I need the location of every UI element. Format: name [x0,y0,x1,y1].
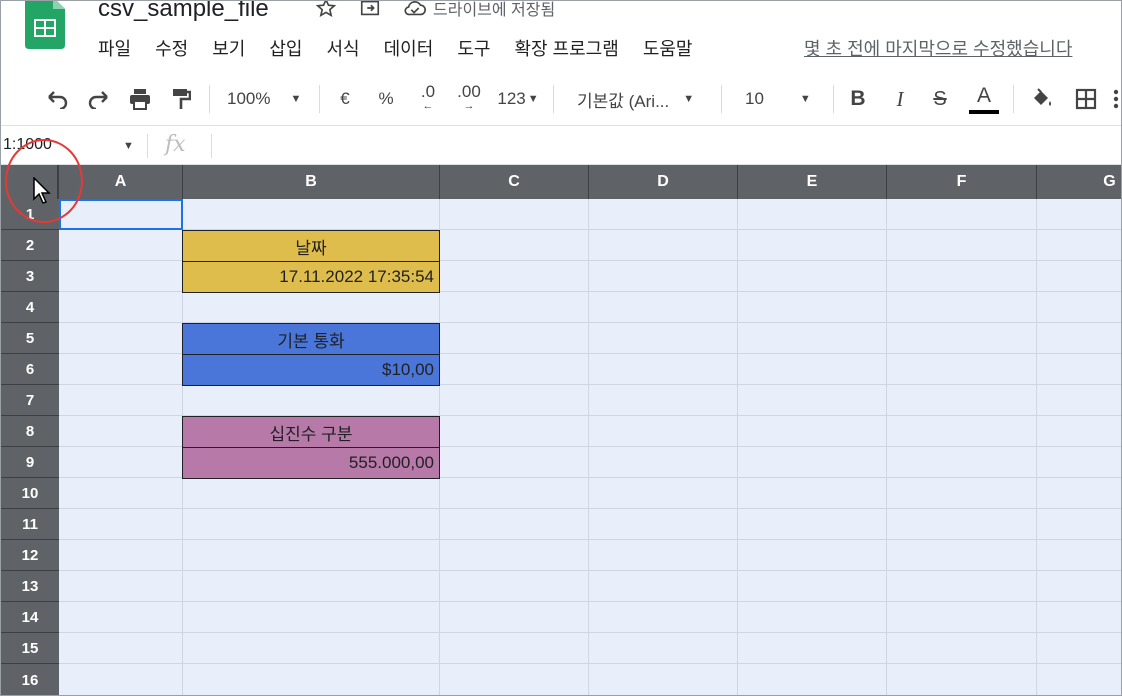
font-size-value: 10 [745,89,764,108]
column-header-d[interactable]: D [589,165,738,199]
menu-file[interactable]: 파일 [98,35,131,61]
bold-button[interactable]: B [847,85,869,113]
menu-insert[interactable]: 삽입 [269,35,302,61]
font-family-select[interactable]: 기본값 (Ari... ▼ [577,85,711,113]
row-header-4[interactable]: 4 [1,292,59,323]
cell-b8[interactable]: 십진수 구분 [182,416,440,448]
redo-icon[interactable] [85,85,113,113]
move-to-folder-icon[interactable] [359,1,381,19]
more-formats-select[interactable]: 123 ▼ [493,85,543,113]
column-header-b[interactable]: B [183,165,440,199]
font-size-select[interactable]: 10 ▼ [745,85,821,113]
cell-b6[interactable]: $10,00 [182,354,440,386]
italic-button[interactable]: I [889,85,911,113]
row-header-12[interactable]: 12 [1,540,59,571]
text-color-swatch [969,109,999,114]
row-header-5[interactable]: 5 [1,323,59,354]
menu-edit[interactable]: 수정 [155,35,188,61]
chevron-down-icon: ▼ [527,93,539,105]
column-header-f[interactable]: F [887,165,1037,199]
selected-cell-a1[interactable] [59,199,183,230]
row-header-8[interactable]: 8 [1,416,59,447]
cell-b2[interactable]: 날짜 [182,230,440,262]
borders-icon[interactable] [1073,85,1099,113]
formula-bar: 1:1000 ▼ fx [1,126,1121,165]
arrow-right-icon: → [463,100,475,112]
chevron-down-icon: ▼ [290,93,302,105]
star-icon[interactable] [315,1,337,19]
decrease-decimal-label: .0 [420,82,436,101]
percent-format-button[interactable]: % [375,85,397,113]
menu-view[interactable]: 보기 [212,35,245,61]
column-header-e[interactable]: E [738,165,887,199]
row-header-9[interactable]: 9 [1,447,59,478]
column-header-g[interactable]: G [1037,165,1121,199]
menu-bar: 파일 수정 보기 삽입 서식 데이터 도구 확장 프로그램 도움말 [98,35,717,61]
row-header-16[interactable]: 16 [1,664,59,695]
decrease-decimal-button[interactable]: .0 ← [411,82,445,113]
arrow-left-icon: ← [422,100,434,112]
mouse-cursor-icon [33,176,53,210]
row-header-3[interactable]: 3 [1,261,59,292]
chevron-down-icon: ▼ [799,93,811,105]
font-family-value: 기본값 (Ari... [577,91,670,111]
chevron-down-icon: ▼ [683,93,695,105]
row-header-13[interactable]: 13 [1,571,59,602]
spreadsheet-window: csv_sample_file 드라이브에 저장됨 파일 수정 보기 삽입 서식… [0,0,1122,696]
menu-data[interactable]: 데이터 [384,35,434,61]
toolbar: 100% ▼ € % .0 ← .00 → 123 ▼ 기본값 (Ari... … [1,73,1121,126]
cloud-saved-icon[interactable] [403,1,427,19]
increase-decimal-button[interactable]: .00 → [451,82,487,113]
undo-icon[interactable] [43,85,71,113]
row-header-6[interactable]: 6 [1,354,59,385]
cell-b5[interactable]: 기본 통화 [182,323,440,355]
row-header-14[interactable]: 14 [1,602,59,633]
menu-format[interactable]: 서식 [327,35,360,61]
document-title[interactable]: csv_sample_file [98,1,269,23]
more-icon[interactable] [1111,85,1121,113]
strikethrough-button[interactable]: S [929,85,951,113]
menu-tools[interactable]: 도구 [457,35,490,61]
menu-extensions[interactable]: 확장 프로그램 [514,35,618,61]
text-color-button[interactable]: A [967,82,1001,116]
increase-decimal-label: .00 [457,82,481,101]
currency-format-button[interactable]: € [335,85,355,113]
text-color-label: A [976,83,991,107]
row-header-11[interactable]: 11 [1,509,59,540]
last-edit-link[interactable]: 몇 초 전에 마지막으로 수정했습니다 [804,35,1072,61]
zoom-value: 100% [227,89,271,108]
print-icon[interactable] [125,85,155,113]
save-status: 드라이브에 저장됨 [433,2,556,19]
cell-b9[interactable]: 555.000,00 [182,447,440,479]
row-header-7[interactable]: 7 [1,385,59,416]
menu-help[interactable]: 도움말 [643,35,693,61]
paint-format-icon[interactable] [167,85,195,113]
sheet-grid[interactable]: A B C D E F G 1 2 3 4 5 6 7 8 9 10 11 12… [1,165,1121,695]
chevron-down-icon[interactable]: ▼ [123,140,134,152]
fill-color-icon[interactable] [1029,85,1055,113]
row-header-15[interactable]: 15 [1,633,59,664]
cell-b3[interactable]: 17.11.2022 17:35:54 [182,261,440,293]
more-formats-label: 123 [497,89,526,108]
row-header-2[interactable]: 2 [1,230,59,261]
row-header-10[interactable]: 10 [1,478,59,509]
fx-icon: fx [165,132,186,157]
zoom-select[interactable]: 100% ▼ [227,85,311,113]
column-header-c[interactable]: C [440,165,589,199]
sheets-logo-icon[interactable] [25,1,65,49]
title-bar: csv_sample_file 드라이브에 저장됨 파일 수정 보기 삽입 서식… [1,1,1121,73]
